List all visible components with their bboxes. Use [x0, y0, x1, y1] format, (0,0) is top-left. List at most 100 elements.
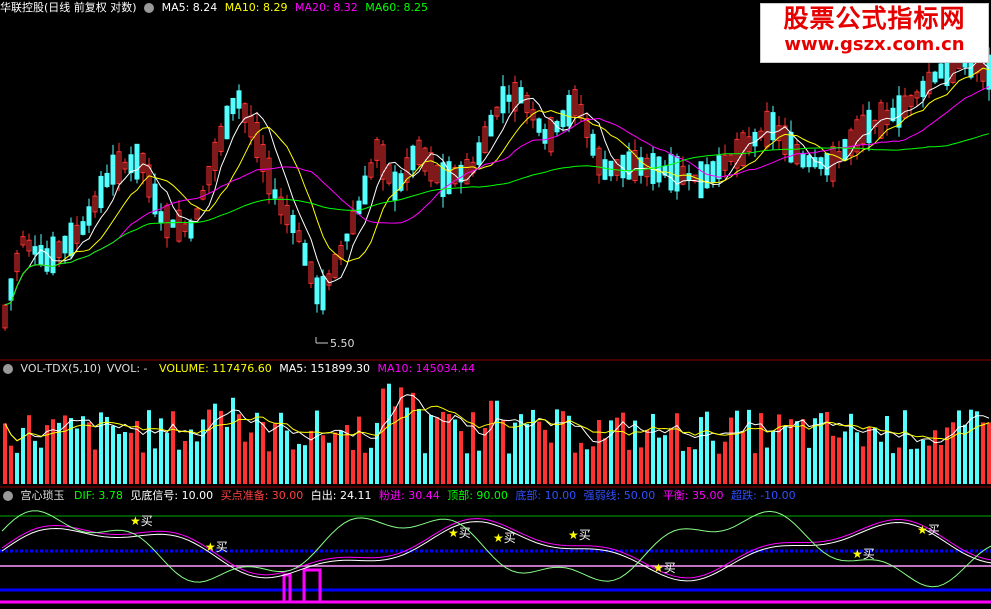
- candle-body: [602, 159, 608, 180]
- volume-bar: [327, 442, 331, 484]
- volume-bar: [321, 435, 325, 484]
- candle-body: [500, 86, 506, 114]
- volume-bar: [705, 411, 709, 484]
- volume-bar: [597, 420, 601, 484]
- volume-bar: [411, 392, 415, 484]
- volume-bar: [447, 413, 451, 484]
- volume-bar: [129, 432, 133, 484]
- volume-bar: [153, 448, 157, 484]
- volume-bar: [393, 406, 397, 484]
- volume-bar: [315, 410, 319, 484]
- volume-bar: [417, 408, 421, 484]
- volume-bar: [105, 416, 109, 484]
- volume-bar: [567, 415, 571, 484]
- volume-bar: [561, 411, 565, 484]
- volume-bar: [777, 414, 781, 484]
- volume-bar: [693, 449, 697, 484]
- candle-body: [800, 152, 806, 168]
- chevron-down-icon[interactable]: [144, 3, 155, 13]
- candle-body: [506, 94, 512, 102]
- volume-bar: [657, 437, 661, 484]
- volume-bar: [687, 447, 691, 484]
- chevron-down-icon[interactable]: [3, 364, 13, 374]
- volume-bar: [429, 415, 433, 484]
- candle-body: [896, 95, 902, 128]
- ma10-value: MA10: 8.29: [224, 1, 288, 14]
- volume-bar: [51, 419, 55, 484]
- volume-bar: [399, 387, 403, 484]
- candle-body: [920, 80, 926, 98]
- candle-body: [68, 222, 74, 257]
- candle-body: [716, 155, 722, 180]
- volume-bar: [195, 441, 199, 484]
- volume-bar: [951, 422, 955, 484]
- volume-bar: [267, 451, 271, 484]
- volume-bar: [219, 410, 223, 484]
- volume-bar: [147, 410, 151, 484]
- volume-bar: [975, 411, 979, 484]
- buy-marker: ★买: [653, 561, 676, 575]
- volume-bar: [741, 432, 745, 484]
- candle-body: [128, 154, 134, 174]
- candle-body: [356, 200, 362, 215]
- volume-bar: [357, 416, 361, 484]
- volume-bar: [675, 413, 679, 484]
- volume-bar: [177, 449, 181, 484]
- candle-body: [314, 277, 320, 305]
- candle-body: [32, 246, 38, 255]
- moving-average-lines: [4, 61, 990, 306]
- volume-bar: [339, 430, 343, 484]
- volume-bar: [849, 413, 853, 484]
- volume-bar: [3, 423, 7, 484]
- candle-body: [344, 233, 350, 242]
- buy-label: 买: [503, 531, 516, 545]
- volume-bar: [939, 444, 943, 484]
- volume-bar: [903, 410, 907, 484]
- candle-body: [290, 214, 296, 234]
- candle-body: [392, 171, 398, 201]
- low-marker-label: 5.50: [330, 337, 355, 350]
- volume-bar: [333, 432, 337, 484]
- buy-marker: ★买: [130, 514, 153, 528]
- volume-bar: [795, 421, 799, 484]
- main-panel-header: 华联控股(日线 前复权 对数) MA5: 8.24 MA10: 8.29 MA2…: [0, 0, 428, 16]
- volume-bar: [987, 422, 991, 484]
- volume-bar: [867, 427, 871, 484]
- volume-ma5-value: MA5: 151899.30: [279, 362, 370, 375]
- volume-bar: [897, 447, 901, 484]
- volume-bar: [465, 453, 469, 484]
- volume-bar: [573, 452, 577, 484]
- candle-body: [152, 183, 158, 215]
- volume-bar: [297, 443, 301, 484]
- candle-body: [590, 133, 596, 156]
- chevron-down-icon[interactable]: [3, 491, 13, 501]
- volume-panel-header: VOL-TDX(5,10) VVOL: - VOLUME: 117476.60 …: [0, 361, 475, 377]
- volume-bar: [669, 427, 673, 484]
- volume-bar: [831, 435, 835, 484]
- buy-marker: ★买: [205, 540, 228, 554]
- volume-bar: [981, 422, 985, 484]
- volume-bars: [3, 383, 991, 484]
- volume-bar: [915, 448, 919, 484]
- volume-bar: [783, 425, 787, 484]
- indicator-name: 宫心琐玉: [20, 489, 65, 502]
- candle-body: [86, 206, 92, 226]
- volume-bar: [945, 427, 949, 484]
- volume-bar: [123, 432, 127, 484]
- volume-bar: [165, 432, 169, 484]
- pink-in-value: 粉进: 30.44: [379, 489, 440, 502]
- buy-marker: ★买: [852, 547, 875, 561]
- volume-bar: [273, 423, 277, 484]
- volume-bar: [585, 449, 589, 484]
- volume-bar: [807, 447, 811, 484]
- volume-bar: [225, 426, 229, 484]
- candle-body: [236, 90, 242, 109]
- volume-bar: [189, 429, 193, 484]
- volume-bar: [735, 410, 739, 484]
- volume-bar: [579, 442, 583, 484]
- volume-bar: [255, 412, 259, 484]
- volume-bar: [303, 445, 307, 484]
- volume-bar: [789, 419, 793, 484]
- volume-bar: [171, 411, 175, 484]
- volume-bar: [213, 403, 217, 484]
